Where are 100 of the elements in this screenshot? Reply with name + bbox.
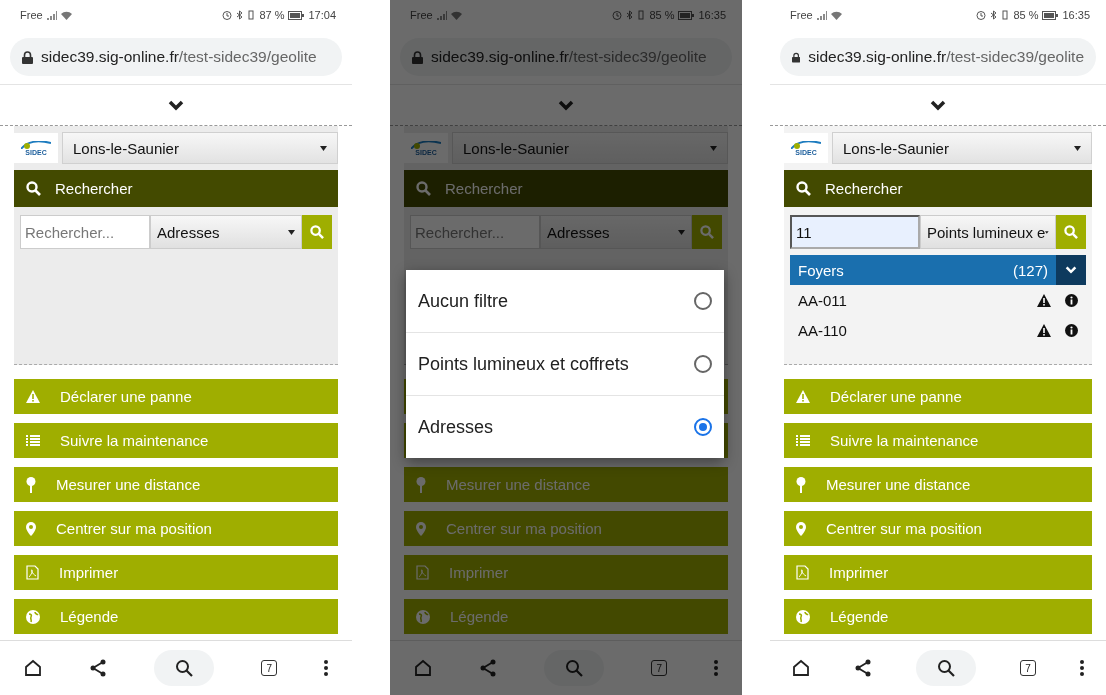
signal-icon (46, 10, 57, 20)
battery-icon (288, 10, 305, 20)
menu-button[interactable]: Déclarer une panne (14, 379, 338, 414)
filter-option[interactable]: Aucun filtre (406, 270, 724, 333)
clock-time: 16:35 (698, 9, 726, 21)
radio-button[interactable] (694, 355, 712, 373)
menu-button[interactable]: Centrer sur ma position (14, 511, 338, 546)
alarm-clock-icon (976, 10, 987, 20)
map-marker-icon (796, 521, 806, 536)
pushpin-icon (796, 476, 806, 493)
pdf-file-icon (416, 565, 429, 580)
bluetooth-icon (990, 10, 998, 20)
battery-percent: 87 % (259, 9, 285, 21)
warning-icon (26, 390, 40, 403)
lock-icon (22, 50, 33, 64)
radio-button[interactable] (694, 418, 712, 436)
menu-button[interactable]: Imprimer (14, 555, 338, 590)
menu-button[interactable]: Mesurer une distance (404, 467, 728, 502)
home-icon[interactable] (23, 659, 42, 677)
map-marker-icon (26, 521, 36, 536)
chevron-down-icon (1065, 266, 1077, 274)
alarm-clock-icon (222, 10, 233, 20)
search-input-field[interactable]: 11 (790, 215, 920, 249)
vibrate-icon (1001, 10, 1010, 20)
menu-button[interactable]: Imprimer (784, 555, 1092, 590)
menu-button[interactable]: Centrer sur ma position (404, 511, 728, 546)
warning-icon (796, 390, 810, 403)
pushpin-icon (26, 476, 36, 493)
menu-button[interactable]: Imprimer (404, 555, 728, 590)
filter-dropdown[interactable]: Adresses (150, 215, 302, 249)
chevron-down-icon[interactable] (930, 99, 946, 111)
menu-button[interactable]: Centrer sur ma position (784, 511, 1092, 546)
tab-count-button[interactable]: 7 (651, 660, 668, 676)
search-icon (26, 181, 41, 196)
caret-down-icon (320, 145, 327, 151)
result-item[interactable]: AA-011 (798, 291, 1023, 309)
share-icon[interactable] (854, 659, 872, 677)
search-icon (700, 225, 714, 239)
globe-icon (796, 609, 810, 624)
search-header-bar[interactable]: Rechercher (404, 170, 728, 207)
search-button[interactable] (153, 650, 214, 686)
result-group-header[interactable]: Foyers (127) (790, 255, 1086, 285)
search-icon (937, 659, 955, 677)
globe-icon (416, 609, 430, 624)
share-icon[interactable] (88, 659, 107, 677)
search-button[interactable] (916, 650, 976, 686)
result-item[interactable]: AA-110 (798, 321, 1023, 339)
more-options-icon[interactable] (1080, 659, 1084, 677)
tab-count-button[interactable]: 7 (261, 660, 278, 676)
map-marker-icon (416, 521, 426, 536)
menu-button[interactable]: Déclarer une panne (784, 379, 1092, 414)
tab-count-button[interactable]: 7 (1020, 660, 1036, 676)
caret-down-icon (710, 145, 717, 151)
search-input-field[interactable]: Rechercher... (410, 215, 540, 249)
filter-option[interactable]: Points lumineux et coffrets (406, 333, 724, 396)
warning-icon[interactable] (1037, 293, 1051, 307)
collapse-button[interactable] (1056, 255, 1086, 285)
menu-button[interactable]: Suivre la maintenance (784, 423, 1092, 458)
address-bar[interactable]: sidec39.sig-online.fr/test-sidec39/geolite (400, 38, 732, 76)
city-dropdown[interactable]: Lons-le-Saunier (452, 132, 728, 164)
filter-dropdown[interactable]: Adresses (540, 215, 692, 249)
search-header-bar[interactable]: Rechercher (14, 170, 338, 207)
carrier-name: Free (20, 9, 43, 21)
list-icon (26, 434, 40, 447)
caret-down-icon (1074, 145, 1081, 151)
battery-icon (1042, 10, 1059, 20)
home-icon[interactable] (792, 659, 810, 677)
menu-button[interactable]: Suivre la maintenance (14, 423, 338, 458)
signal-icon (816, 10, 827, 20)
menu-button[interactable]: Mesurer une distance (14, 467, 338, 502)
globe-icon (26, 609, 40, 624)
city-dropdown[interactable]: Lons-le-Saunier (62, 132, 338, 164)
search-header-bar[interactable]: Rechercher (784, 170, 1092, 207)
more-options-icon[interactable] (324, 659, 329, 677)
vibrate-icon (247, 10, 256, 20)
address-bar[interactable]: sidec39.sig-online.fr/test-sidec39/geolite (10, 38, 342, 76)
clock-time: 17:04 (308, 9, 336, 21)
bluetooth-icon (626, 10, 634, 20)
battery-percent: 85 % (649, 9, 675, 21)
filter-option[interactable]: Adresses (406, 396, 724, 458)
address-bar[interactable]: sidec39.sig-online.fr/test-sidec39/geolite (780, 38, 1096, 76)
info-icon[interactable] (1065, 323, 1078, 337)
menu-button[interactable]: Mesurer une distance (784, 467, 1092, 502)
list-icon (796, 434, 810, 447)
pdf-file-icon (796, 565, 809, 580)
filter-dropdown[interactable]: Points lumineux e (920, 215, 1056, 249)
wifi-icon (830, 10, 842, 20)
search-icon (796, 181, 811, 196)
menu-button[interactable]: Légende (784, 599, 1092, 634)
search-icon (416, 181, 431, 196)
city-dropdown[interactable]: Lons-le-Saunier (832, 132, 1092, 164)
chevron-down-icon[interactable] (168, 99, 184, 111)
warning-icon[interactable] (1037, 323, 1051, 337)
radio-button[interactable] (694, 292, 712, 310)
search-input-field[interactable]: Rechercher... (20, 215, 150, 249)
bluetooth-icon (236, 10, 244, 20)
menu-button[interactable]: Légende (404, 599, 728, 634)
carrier-name: Free (410, 9, 433, 21)
menu-button[interactable]: Légende (14, 599, 338, 634)
info-icon[interactable] (1065, 293, 1078, 307)
